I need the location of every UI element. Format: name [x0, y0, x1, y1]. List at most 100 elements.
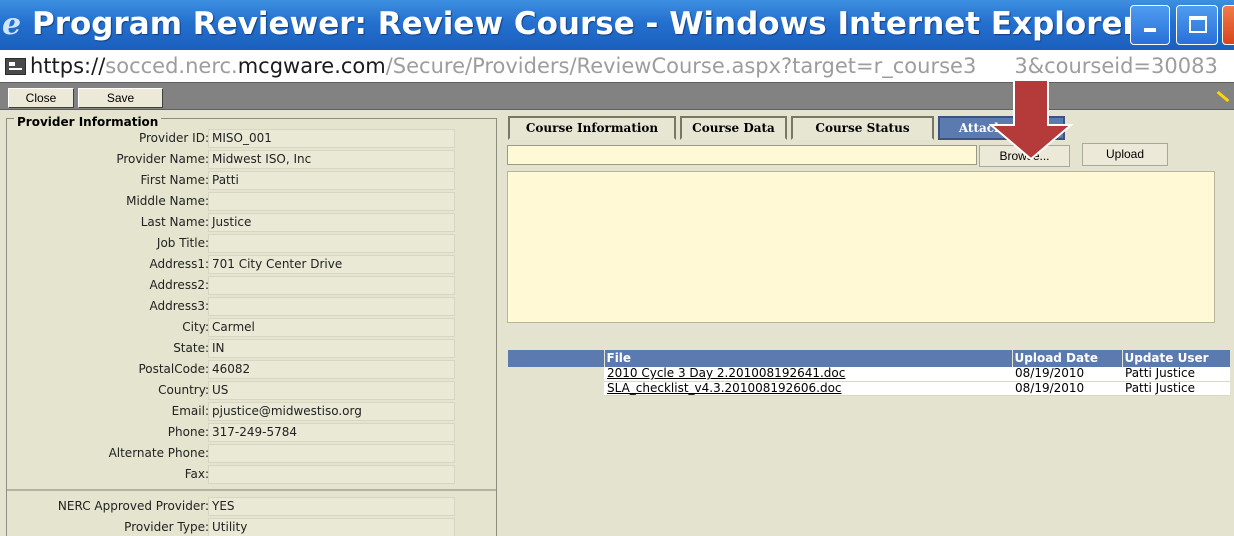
column-header-blank [508, 350, 605, 367]
field-label: State: [173, 341, 209, 355]
close-window-button[interactable] [1222, 5, 1234, 45]
file-link[interactable]: SLA_checklist_v4.3.201008192606.doc [604, 381, 1012, 396]
field-address2: Address2: [7, 276, 477, 296]
row-blank-cell [508, 381, 604, 395]
table-row: 2010 Cycle 3 Day 2.201008192641.doc 08/1… [508, 367, 1230, 382]
save-button[interactable]: Save [78, 88, 163, 108]
url-scheme: https:// [30, 54, 106, 78]
field-label: Provider ID: [138, 131, 209, 145]
field-job-title: Job Title: [7, 234, 477, 254]
tab-course-data[interactable]: Course Data [680, 116, 787, 140]
field-country: Country: US [7, 381, 477, 401]
field-value: 46082 [208, 360, 455, 379]
field-value: US [208, 381, 455, 400]
field-value [208, 234, 455, 253]
provider-panel-title: Provider Information [14, 115, 162, 129]
field-city: City: Carmel [7, 318, 477, 338]
field-postal-code: PostalCode: 46082 [7, 360, 477, 380]
field-value: MISO_001 [208, 129, 455, 148]
field-label: PostalCode: [138, 362, 209, 376]
page-icon [5, 58, 26, 75]
field-value: 317-249-5784 [208, 423, 455, 442]
field-address3: Address3: [7, 297, 477, 317]
field-label: Fax: [184, 467, 209, 481]
url-subdomain: socced.nerc. [105, 54, 238, 78]
field-first-name: First Name: Patti [7, 171, 477, 191]
field-value: Midwest ISO, Inc [208, 150, 455, 169]
update-user-cell: Patti Justice [1122, 367, 1230, 382]
url-path: /Secure/Providers/ReviewCourse.aspx?targ… [385, 54, 977, 78]
field-value [208, 444, 455, 463]
provider-information-panel: Provider Information Provider ID: MISO_0… [6, 115, 497, 536]
main-content: Provider Information Provider ID: MISO_0… [0, 110, 1234, 536]
field-value: IN [208, 339, 455, 358]
field-label: Email: [171, 404, 209, 418]
field-label: Provider Name: [116, 152, 209, 166]
field-provider-type: Provider Type: Utility [7, 518, 477, 536]
field-value: pjustice@midwestiso.org [208, 402, 455, 421]
field-value: Carmel [208, 318, 455, 337]
internet-explorer-icon: e [2, 7, 22, 42]
field-label: City: [182, 320, 209, 334]
close-button[interactable]: Close [8, 88, 74, 108]
field-label: Middle Name: [126, 194, 209, 208]
field-label: Address1: [149, 257, 209, 271]
tab-course-status[interactable]: Course Status [791, 116, 934, 140]
url-domain: mcgware.com [237, 54, 386, 78]
update-user-cell: Patti Justice [1122, 381, 1230, 396]
field-label: Address2: [149, 278, 209, 292]
column-header-upload-date[interactable]: Upload Date [1012, 350, 1123, 367]
field-label: NERC Approved Provider: [57, 499, 209, 513]
url-text[interactable]: https://socced.nerc.mcgware.com/Secure/P… [30, 52, 1218, 80]
field-last-name: Last Name: Justice [7, 213, 477, 233]
window-titlebar: e Program Reviewer: Review Course - Wind… [0, 0, 1234, 50]
field-provider-name: Provider Name: Midwest ISO, Inc [7, 150, 477, 170]
file-link[interactable]: 2010 Cycle 3 Day 2.201008192641.doc [604, 367, 1012, 382]
column-header-update-user[interactable]: Update User [1122, 350, 1231, 367]
file-path-input[interactable] [507, 145, 977, 165]
field-label: Provider Type: [124, 520, 209, 534]
minimize-icon [1144, 28, 1156, 32]
field-label: Address3: [149, 299, 209, 313]
field-address1: Address1: 701 City Center Drive [7, 255, 477, 275]
field-nerc-approved: NERC Approved Provider: YES [7, 497, 477, 517]
field-value [208, 276, 455, 295]
field-label: Last Name: [140, 215, 209, 229]
field-alternate-phone: Alternate Phone: [7, 444, 477, 464]
field-fax: Fax: [7, 465, 477, 485]
annotation-arrow-icon [989, 79, 1073, 160]
field-value [208, 192, 455, 211]
column-header-file[interactable]: File [604, 350, 1013, 367]
field-value: Patti [208, 171, 455, 190]
row-blank-cell [508, 367, 604, 381]
maximize-button[interactable] [1176, 5, 1218, 45]
minimize-button[interactable] [1130, 5, 1170, 45]
pin-icon[interactable] [1214, 90, 1232, 104]
field-value: Utility [208, 518, 455, 536]
panel-divider [7, 489, 496, 491]
table-row: SLA_checklist_v4.3.201008192606.doc 08/1… [508, 381, 1230, 396]
field-label: Job Title: [156, 236, 209, 250]
tab-course-information[interactable]: Course Information [508, 116, 676, 140]
address-bar[interactable]: https://socced.nerc.mcgware.com/Secure/P… [0, 50, 1234, 82]
field-value: Justice [208, 213, 455, 232]
table-header-row: File Upload Date Update User [508, 350, 1231, 367]
field-phone: Phone: 317-249-5784 [7, 423, 477, 443]
field-provider-id: Provider ID: MISO_001 [7, 129, 477, 149]
url-query: 3&courseid=30083 [1014, 54, 1218, 78]
upload-date-cell: 08/19/2010 [1012, 381, 1122, 396]
description-textarea[interactable] [507, 171, 1215, 323]
field-label: Country: [158, 383, 209, 397]
field-middle-name: Middle Name: [7, 192, 477, 212]
field-value [208, 465, 455, 484]
field-email: Email: pjustice@midwestiso.org [7, 402, 477, 422]
field-value: YES [208, 497, 455, 516]
attachments-table: File Upload Date Update User 2010 Cycle … [508, 350, 1231, 396]
field-label: Phone: [167, 425, 209, 439]
field-label: First Name: [140, 173, 209, 187]
maximize-icon [1189, 16, 1207, 33]
field-state: State: IN [7, 339, 477, 359]
field-value: 701 City Center Drive [208, 255, 455, 274]
window-title: Program Reviewer: Review Course - Window… [32, 6, 1169, 42]
upload-button[interactable]: Upload [1082, 143, 1168, 166]
